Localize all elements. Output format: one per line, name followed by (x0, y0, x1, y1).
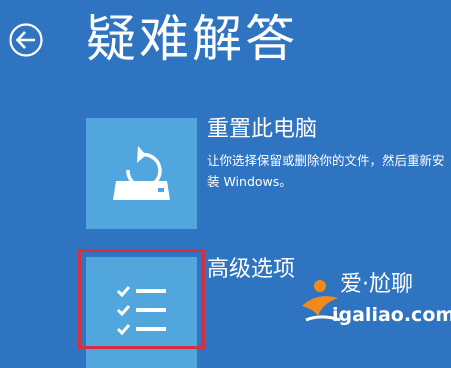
highlight-box (78, 249, 205, 349)
page-title: 疑难解答 (86, 10, 298, 68)
reset-pc-icon (113, 146, 170, 200)
reset-pc-title[interactable]: 重置此电脑 (207, 116, 317, 144)
reset-pc-description: 让你选择保留或删除你的文件，然后重新安装 Windows。 (207, 153, 445, 189)
reset-pc-tile[interactable] (86, 118, 197, 229)
watermark-text-bottom: igaliao.com (332, 304, 451, 326)
advanced-options-title[interactable]: 高级选项 (207, 256, 295, 284)
back-button[interactable] (8, 22, 44, 58)
back-arrow-circle-icon (9, 23, 43, 57)
watermark-text-top: 爱·尬聊 (340, 272, 413, 297)
watermark: 爱·尬聊 igaliao.com (298, 270, 451, 332)
